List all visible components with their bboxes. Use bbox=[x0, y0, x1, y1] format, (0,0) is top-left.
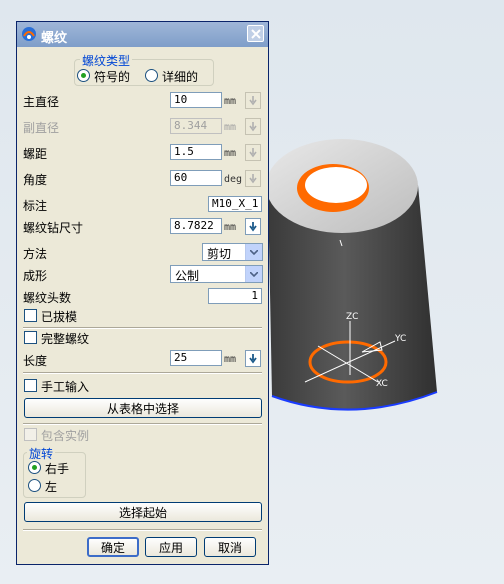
separator bbox=[23, 529, 262, 531]
down-arrow-icon bbox=[249, 147, 257, 157]
angle-input[interactable]: 60 bbox=[170, 170, 222, 186]
method-select[interactable]: 剪切 bbox=[202, 243, 263, 261]
pitch-input[interactable]: 1.5 bbox=[170, 144, 222, 160]
cancel-button[interactable]: 取消 bbox=[204, 537, 256, 557]
minor-diameter-label: 副直径 bbox=[23, 121, 60, 135]
form-select[interactable]: 公制 bbox=[170, 265, 263, 283]
down-arrow-icon bbox=[249, 353, 257, 363]
full-thread-checkbox[interactable] bbox=[24, 331, 37, 344]
chevron-down-icon[interactable] bbox=[245, 266, 262, 282]
pitch-unit: mm bbox=[224, 148, 237, 159]
thread-type-legend: 螺纹类型 bbox=[80, 52, 133, 69]
pitch-label: 螺距 bbox=[23, 147, 48, 161]
cylinder-model[interactable] bbox=[266, 139, 438, 411]
left-hand-radio[interactable] bbox=[28, 479, 41, 492]
separator bbox=[23, 327, 262, 329]
form-label: 成形 bbox=[23, 269, 48, 283]
choose-from-table-button[interactable]: 从表格中选择 bbox=[24, 398, 262, 418]
ok-button[interactable]: 确定 bbox=[87, 537, 139, 557]
angle-spinner[interactable] bbox=[245, 170, 261, 187]
down-arrow-icon bbox=[249, 121, 257, 131]
include-instances-label: 包含实例 bbox=[41, 429, 90, 443]
major-diameter-spinner[interactable] bbox=[245, 92, 261, 109]
full-thread-label: 完整螺纹 bbox=[41, 332, 90, 346]
major-diameter-unit: mm bbox=[224, 96, 237, 107]
detailed-radio[interactable] bbox=[145, 69, 158, 82]
select-start-button[interactable]: 选择起始 bbox=[24, 502, 262, 522]
tap-drill-size-input[interactable]: 8.7822 bbox=[170, 218, 222, 234]
tapered-checkbox[interactable] bbox=[24, 309, 37, 322]
major-diameter-input[interactable]: 10 bbox=[170, 92, 222, 108]
tapered-label: 已拔模 bbox=[41, 310, 78, 324]
length-label: 长度 bbox=[23, 354, 48, 368]
close-button[interactable] bbox=[247, 25, 264, 42]
length-unit: mm bbox=[224, 354, 237, 365]
thread-dialog: 螺纹 螺纹类型 符号的 详细的 主直径 10 mm 副直径 8.344 mm 螺… bbox=[16, 21, 269, 565]
down-arrow-icon bbox=[249, 95, 257, 105]
form-value: 公制 bbox=[175, 269, 200, 283]
callout-label: 标注 bbox=[23, 199, 48, 213]
length-input[interactable]: 25 bbox=[170, 350, 222, 366]
down-arrow-icon bbox=[249, 173, 257, 183]
yc-label: YC bbox=[394, 334, 406, 344]
length-spinner[interactable] bbox=[245, 350, 261, 367]
title-bar[interactable]: 螺纹 bbox=[17, 22, 268, 47]
minor-diameter-unit: mm bbox=[224, 122, 237, 133]
include-instances-checkbox bbox=[24, 428, 37, 441]
manual-input-label: 手工输入 bbox=[41, 380, 90, 394]
tap-drill-size-spinner[interactable] bbox=[245, 218, 261, 235]
tap-drill-size-label: 螺纹钻尺寸 bbox=[23, 221, 84, 235]
separator bbox=[23, 423, 262, 425]
angle-label: 角度 bbox=[23, 173, 48, 187]
minor-diameter-input: 8.344 bbox=[170, 118, 222, 134]
down-arrow-icon bbox=[249, 221, 257, 231]
zc-label: ZC bbox=[346, 312, 358, 322]
detailed-label: 详细的 bbox=[162, 70, 199, 84]
manual-input-checkbox[interactable] bbox=[24, 379, 37, 392]
radio-dot bbox=[32, 465, 37, 470]
radio-dot bbox=[81, 73, 86, 78]
num-starts-input[interactable]: 1 bbox=[208, 288, 262, 304]
tap-drill-size-unit: mm bbox=[224, 222, 237, 233]
apply-button[interactable]: 应用 bbox=[145, 537, 197, 557]
right-hand-label: 右手 bbox=[45, 462, 70, 476]
close-icon bbox=[250, 28, 261, 39]
angle-unit: deg bbox=[224, 174, 243, 185]
method-label: 方法 bbox=[23, 247, 48, 261]
left-hand-label: 左 bbox=[45, 480, 58, 494]
xc-label: XC bbox=[376, 379, 388, 389]
symbolic-label: 符号的 bbox=[94, 70, 131, 84]
major-diameter-label: 主直径 bbox=[23, 95, 60, 109]
thread-app-icon bbox=[22, 27, 36, 41]
method-value: 剪切 bbox=[207, 247, 232, 261]
chevron-down-icon[interactable] bbox=[245, 244, 262, 260]
callout-input[interactable]: M10_X_1. bbox=[208, 196, 262, 212]
dialog-title: 螺纹 bbox=[41, 31, 68, 46]
symbolic-radio[interactable] bbox=[77, 69, 90, 82]
pitch-spinner[interactable] bbox=[245, 144, 261, 161]
num-starts-label: 螺纹头数 bbox=[23, 291, 72, 305]
minor-diameter-spinner bbox=[245, 118, 261, 135]
separator bbox=[23, 372, 262, 374]
right-hand-radio[interactable] bbox=[28, 461, 41, 474]
